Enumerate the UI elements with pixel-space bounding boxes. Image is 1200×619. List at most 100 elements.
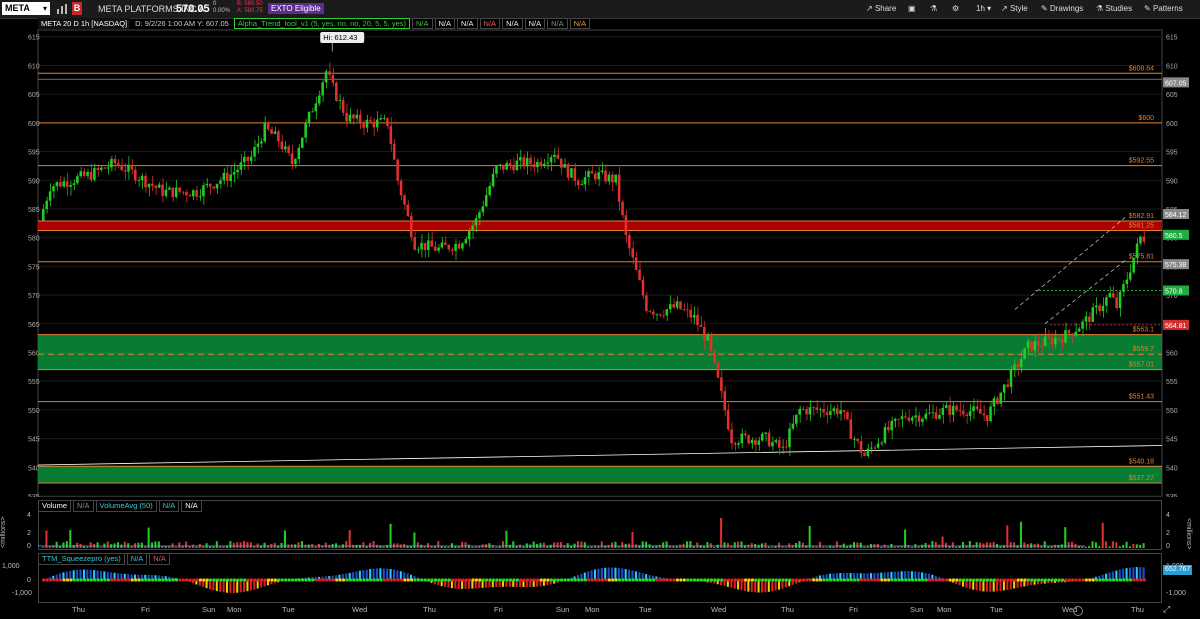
candle-body [1030,341,1033,351]
candle-body [311,111,314,113]
candle-body [1026,341,1030,349]
channel-lower [1044,260,1126,325]
candle-body [1101,305,1105,312]
candle-body [168,187,171,190]
candle-body [689,309,692,318]
candle-body [706,334,709,341]
candle-body [921,418,924,422]
vol-axis-label: <millions> [0,516,7,548]
candle-body [733,443,737,445]
volume-pane[interactable] [38,500,1162,550]
volume-label: Volume [38,500,72,512]
candle-body [471,225,474,231]
settings-circle-icon[interactable] [1073,606,1083,616]
candle-body [1111,293,1115,298]
candle-body [270,129,273,134]
candle-body [624,215,628,236]
squeeze-label: TTM_Squeezepro (yes) [38,553,125,565]
candle-body [924,413,928,419]
candle-body [491,173,495,187]
candle-body [416,249,420,251]
candle-body [283,146,287,150]
candle-body [720,377,723,392]
candle-body [437,247,440,251]
high-label: Hi: 612.43 [323,33,357,42]
candle-body [372,121,376,128]
candle-body [686,309,689,311]
candle-body [1002,384,1006,393]
candle-body [563,164,566,168]
candle-body [389,126,393,144]
vol-tick-2-right: 2 [1166,530,1170,537]
candle-body [440,242,444,248]
candle-body [106,167,110,169]
candle-body [297,147,301,160]
expand-icon[interactable]: ⤢ [1163,604,1170,615]
candle-body [505,163,508,170]
y-tick-label-right: 610 [1166,63,1178,70]
x-axis-label: Mon [937,605,952,614]
x-axis-label: Fri [849,605,858,614]
level-label: $581.25 [1129,222,1154,229]
candle-body [1091,307,1095,322]
candle-body [157,184,161,188]
candle-body [614,174,617,183]
candle-body [866,448,870,456]
y-tick-label: 610 [28,63,40,70]
candle-body [318,95,321,104]
candle-body [992,398,996,407]
y-tick-label-right: 590 [1166,178,1178,185]
candle-body [621,201,624,216]
candle-body [260,141,263,144]
candle-body [1023,348,1026,360]
channel-upper [1014,217,1126,310]
candle-body [474,218,478,226]
candle-body [713,350,716,363]
candle-body [120,165,123,171]
candle-body [839,410,842,415]
candle-body [944,405,948,408]
candle-body [498,164,502,166]
candle-body [208,183,212,187]
candle-body [362,123,365,128]
candle-body [195,190,198,197]
candle-body [587,171,590,178]
candle-body [45,200,48,210]
candle-body [447,244,451,250]
candle-body [597,172,600,180]
candle-body [1067,330,1071,334]
candle-body [634,257,638,270]
candle-body [1142,236,1146,242]
candle-body [399,180,403,196]
candle-body [1115,297,1118,309]
candle-body [607,174,611,182]
y-tick-label: 535 [28,494,40,497]
candle-body [829,411,832,415]
candle-body [825,412,829,415]
candle-body [784,446,788,448]
y-tick-label: 590 [28,178,40,185]
candle-body [665,309,669,316]
squeeze-pane[interactable] [38,553,1162,603]
candle-body [300,137,304,148]
candle-body [764,432,767,434]
candle-body [1036,341,1040,346]
candle-body [444,242,447,245]
candle-body [747,435,750,444]
candle-body [788,428,791,448]
candle-body [805,409,808,415]
x-axis-label: Tue [990,605,1003,614]
candle-body [178,187,181,192]
candle-body [818,409,822,410]
candle-body [525,157,529,167]
vol-tick-4-right: 4 [1166,512,1170,519]
candle-body [576,180,580,186]
price-chart[interactable]: 5355355405405455455505505555555605605655… [0,0,1200,497]
candle-body [1054,338,1057,345]
x-axis-label: Fri [494,605,503,614]
candle-body [202,185,205,197]
candle-body [648,310,652,312]
candle-body [164,189,168,197]
candle-body [692,314,696,318]
candle-body [999,392,1003,404]
